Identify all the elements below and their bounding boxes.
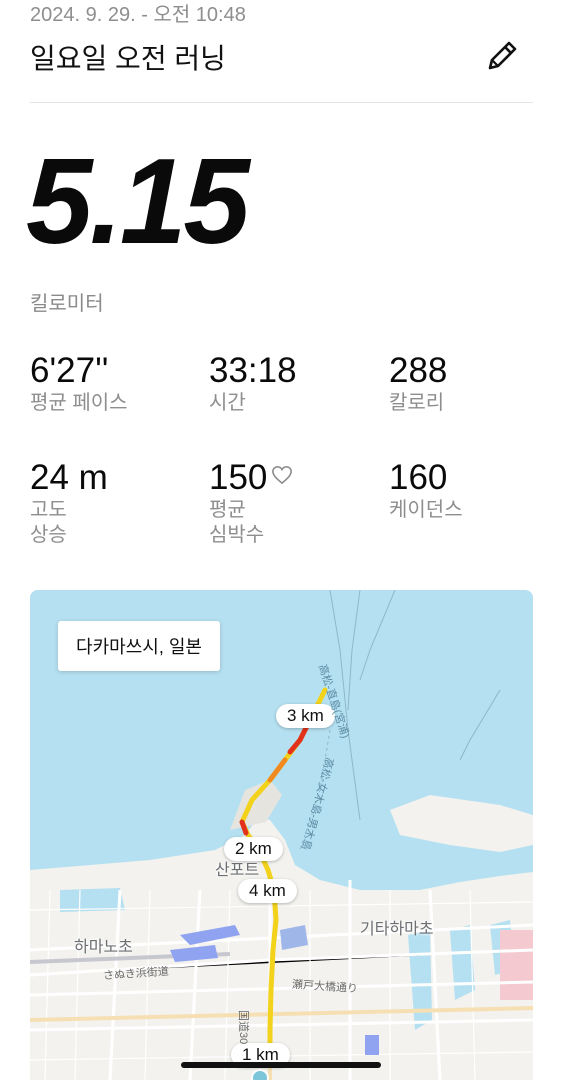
heart-rate-row: 150 — [209, 458, 293, 498]
map-location-label: 다카마쓰시, 일본 — [58, 621, 220, 671]
place-hamanocho: 하마노초 — [74, 939, 133, 956]
km-marker-4: 4 km — [238, 879, 297, 903]
place-sunport: 산포트 — [215, 862, 260, 879]
pencil-icon[interactable] — [484, 38, 520, 74]
calories-label: 칼로리 — [389, 391, 445, 414]
place-kitahamacho: 기타하마초 — [360, 921, 434, 938]
heart-rate-value: 150 — [209, 458, 268, 497]
cadence-label: 케이던스 — [389, 498, 463, 521]
stat-elevation: 24 m 고도 상승 — [30, 458, 108, 548]
run-datetime: 2024. 9. 29. - 오전 10:48 — [30, 4, 246, 26]
elevation-value: 24 m — [30, 458, 108, 497]
heart-rate-label-line2: 심박수 — [209, 523, 265, 546]
distance-value: 5.15 — [26, 133, 250, 269]
stat-heart-rate: 150 평균 심박수 — [209, 458, 293, 548]
stat-calories: 288 칼로리 — [389, 351, 448, 416]
pace-label: 평균 페이스 — [30, 391, 128, 414]
cadence-value: 160 — [389, 458, 448, 497]
time-label: 시간 — [209, 391, 246, 414]
calories-value: 288 — [389, 351, 448, 390]
stat-cadence: 160 케이던스 — [389, 458, 463, 523]
elevation-label-line2: 상승 — [30, 523, 67, 546]
stat-time: 33:18 시간 — [209, 351, 297, 416]
home-indicator[interactable] — [181, 1062, 381, 1068]
road-route30: 国道30 — [237, 1010, 249, 1045]
run-title: 일요일 오전 러닝 — [30, 43, 226, 74]
distance-unit: 킬로미터 — [30, 293, 104, 315]
km-marker-3: 3 km — [276, 704, 335, 728]
time-value: 33:18 — [209, 351, 297, 390]
elevation-label-line1: 고도 — [30, 498, 67, 521]
header-divider — [30, 102, 533, 103]
heart-outline-icon — [272, 465, 293, 485]
stat-pace: 6'27'' 평균 페이스 — [30, 351, 128, 416]
route-map[interactable]: 다카마쓰시, 일본 3 km 2 km 4 km 1 km 산포트 기타하마초 … — [30, 590, 533, 1080]
heart-rate-label-line1: 평균 — [209, 498, 246, 521]
pace-value: 6'27'' — [30, 351, 109, 390]
